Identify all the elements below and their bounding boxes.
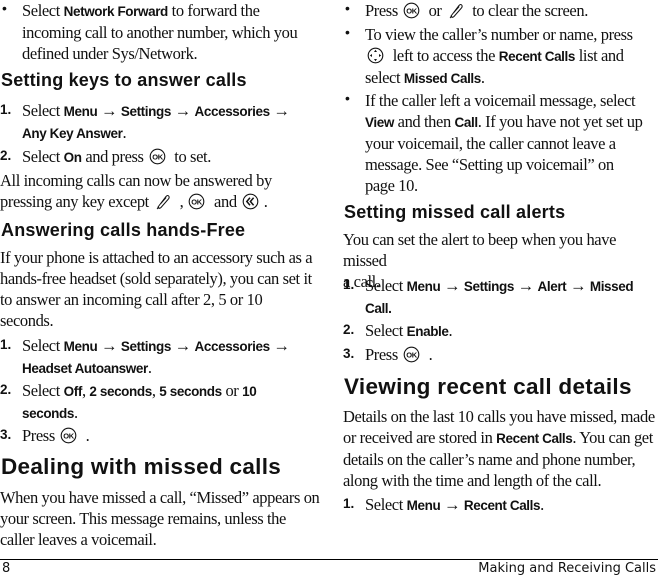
ok-key-icon <box>403 346 420 363</box>
heading-missed-calls: Dealing with missed calls <box>1 454 282 479</box>
clear-key-icon <box>154 193 171 210</box>
step-1-recent-calls: 1. Select Menu → Recent Calls. <box>343 495 544 514</box>
bullet-view-caller: • To view the caller’s number or name, p… <box>345 24 633 87</box>
step-1-headset: 1. Select Menu → Settings → Accessories … <box>0 336 290 377</box>
step-3-press-ok: 3. Press . <box>343 345 433 364</box>
network-forward-label: Network Forward <box>63 4 169 19</box>
chapter-title: Making and Receiving Calls <box>478 561 656 576</box>
ok-key-icon <box>149 148 166 165</box>
heading-recent-call-details: Viewing recent call details <box>344 374 632 399</box>
step-1-alert: 1. Select Menu → Settings → Alert → Miss… <box>343 276 634 316</box>
page-number: 8 <box>2 561 11 576</box>
clear-key-icon <box>447 2 464 19</box>
bullet-marker: • <box>345 90 350 106</box>
ok-key-icon <box>403 2 420 19</box>
bullet-marker: • <box>2 0 7 16</box>
step-2-enable: 2. Select Enable. <box>343 321 453 340</box>
heading-missed-alerts: Setting missed call alerts <box>344 202 566 222</box>
bullet-network-forward: • Select Network Forward to forward the … <box>2 0 298 63</box>
bullet-clear-screen: • Press or to clear the screen. <box>345 0 588 20</box>
step-1-any-key: 1. Select Menu → Settings → Accessories … <box>0 101 290 142</box>
step-2-on: 2. Select On and press to set. <box>0 147 211 166</box>
ok-key-icon <box>60 427 77 444</box>
missed-calls-paragraph: When you have missed a call, “Missed” ap… <box>0 488 320 549</box>
hands-free-paragraph: If your phone is attached to an accessor… <box>0 248 313 330</box>
recent-calls-paragraph: Details on the last 10 calls you have mi… <box>343 407 655 490</box>
any-key-paragraph: All incoming calls can now be answered b… <box>0 171 272 211</box>
heading-setting-keys: Setting keys to answer calls <box>1 70 247 90</box>
heading-hands-free: Answering calls hands-Free <box>1 220 246 240</box>
bullet-marker: • <box>345 24 350 40</box>
bullet-voicemail: • If the caller left a voicemail message… <box>345 90 643 195</box>
footer-divider <box>0 559 658 560</box>
step-2-seconds: 2. Select Off, 2 seconds, 5 seconds or 1… <box>0 381 257 422</box>
nav-key-icon <box>367 47 384 64</box>
back-key-icon <box>242 193 259 210</box>
step-3-press-ok: 3. Press . <box>0 426 90 445</box>
ok-key-icon <box>188 193 205 210</box>
bullet-marker: • <box>345 0 350 16</box>
